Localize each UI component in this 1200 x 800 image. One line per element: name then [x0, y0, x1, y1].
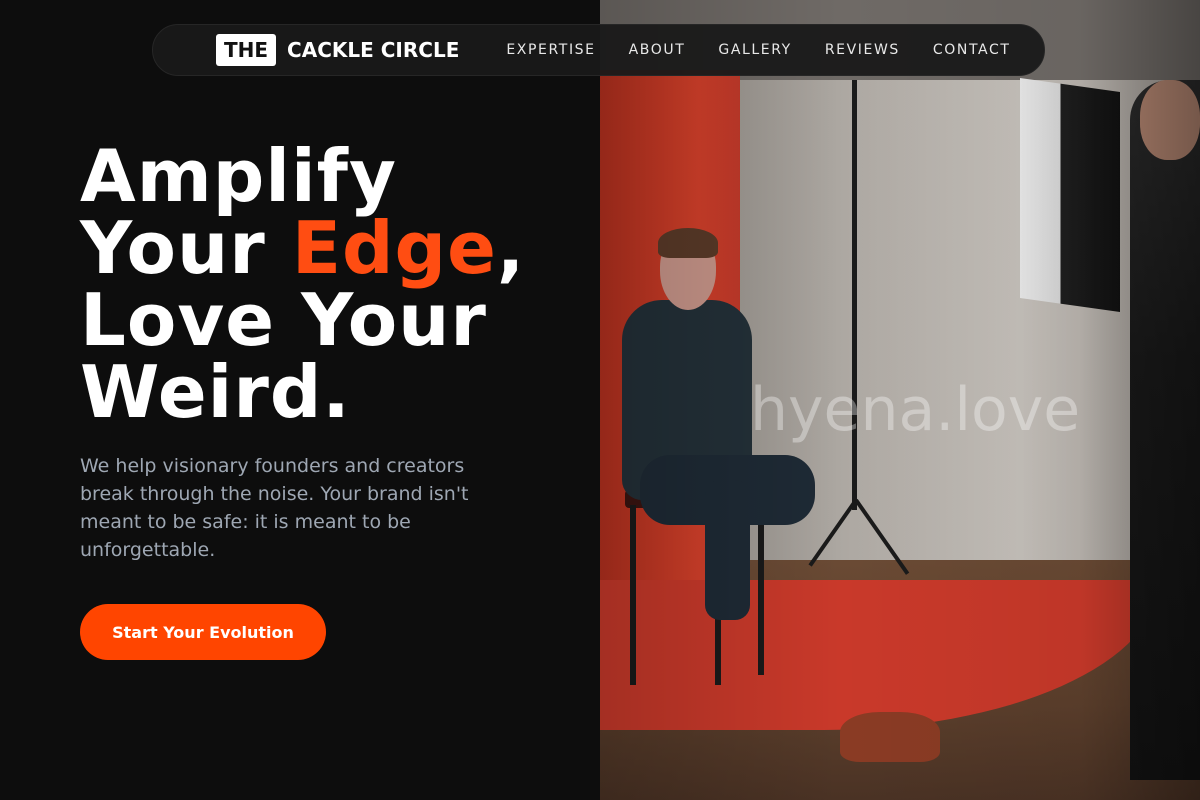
- nav-link-expertise[interactable]: EXPERTISE: [506, 42, 595, 58]
- hero-photo: hyena.love: [600, 0, 1200, 800]
- nav-link-about[interactable]: ABOUT: [629, 42, 686, 58]
- nav-link-reviews[interactable]: REVIEWS: [825, 42, 900, 58]
- hero-subtext: We help visionary founders and creators …: [80, 455, 469, 561]
- logo-text: CACKLE CIRCLE: [287, 38, 460, 62]
- brand-logo[interactable]: THE CACKLE CIRCLE: [216, 34, 459, 66]
- top-nav: THE CACKLE CIRCLE EXPERTISE ABOUT GALLER…: [152, 24, 1045, 76]
- photo-watermark: hyena.love: [750, 375, 1081, 445]
- hero-headline: Amplify Your Edge, Love Your Weird.: [80, 140, 525, 428]
- headline-line-2-suffix: ,: [496, 206, 526, 290]
- nav-links: EXPERTISE ABOUT GALLERY REVIEWS CONTACT: [506, 42, 1043, 58]
- nav-link-gallery[interactable]: GALLERY: [718, 42, 791, 58]
- nav-link-contact[interactable]: CONTACT: [933, 42, 1011, 58]
- logo-badge: THE: [216, 34, 277, 66]
- headline-line-4: Weird.: [80, 350, 351, 434]
- start-evolution-button[interactable]: Start Your Evolution: [80, 604, 326, 660]
